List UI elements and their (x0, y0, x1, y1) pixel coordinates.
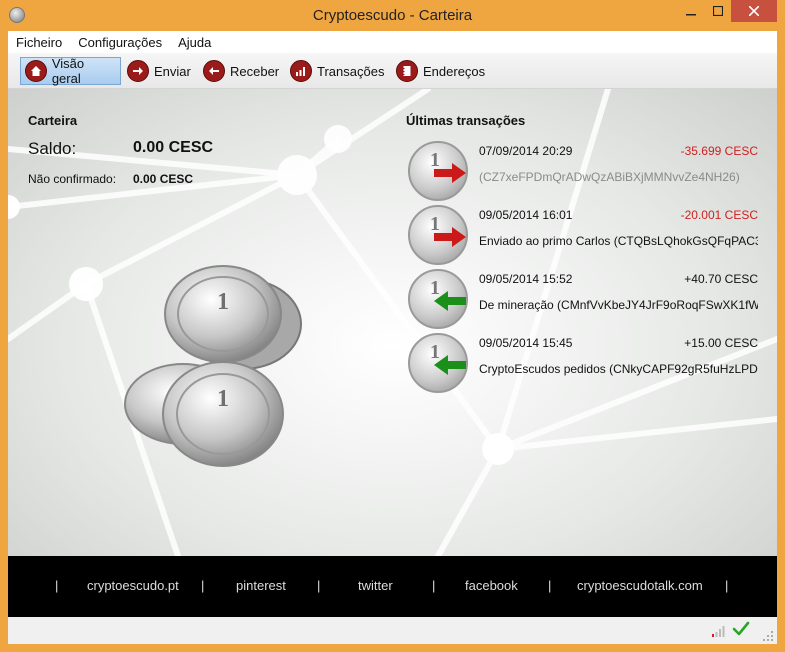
toolbar-overview-button[interactable]: Visão geral (20, 56, 121, 86)
maximize-icon (713, 6, 723, 16)
window-client-area: Ficheiro Configurações Ajuda Visão geral… (8, 31, 777, 644)
transaction-item[interactable]: 1 09/05/2014 16:01 -20.001 CESC Enviado … (406, 205, 758, 267)
unconfirmed-value: 0.00 CESC (133, 172, 194, 186)
toolbar-transactions-button[interactable]: Transações (286, 57, 388, 85)
minimize-icon (686, 14, 696, 16)
footer-links-bar: | cryptoescudo.pt | pinterest | twitter … (8, 556, 777, 617)
toolbar: Visão geral Enviar Receber Transações En… (8, 53, 777, 89)
transaction-date: 09/05/2014 16:01 (479, 208, 573, 222)
received-arrow-icon (434, 291, 466, 311)
footer-separator: | (317, 578, 321, 593)
transaction-date: 09/05/2014 15:45 (479, 336, 573, 350)
menu-bar: Ficheiro Configurações Ajuda (8, 31, 777, 53)
address-book-icon (396, 60, 418, 82)
footer-link-pinterest[interactable]: pinterest (236, 578, 286, 593)
menu-ajuda[interactable]: Ajuda (170, 35, 219, 50)
wallet-heading: Carteira (28, 113, 78, 128)
minimize-button[interactable] (678, 0, 704, 22)
transaction-amount: +15.00 CESC (684, 336, 758, 350)
footer-separator: | (548, 578, 552, 593)
sent-arrow-icon (434, 163, 466, 183)
transaction-date: 09/05/2014 15:52 (479, 272, 573, 286)
close-icon (749, 6, 759, 16)
transaction-item[interactable]: 1 07/09/2014 20:29 -35.699 CESC (CZ7xeFP… (406, 141, 758, 203)
transaction-description: Enviado ao primo Carlos (CTQBsLQhokGsQFq… (479, 234, 758, 248)
transaction-description: De mineração (CMnfVvKbeJY4JrF9oRoqFSwXK1… (479, 298, 758, 312)
resize-grip-icon[interactable] (763, 631, 773, 641)
toolbar-addresses-label: Endereços (423, 63, 486, 79)
footer-separator: | (201, 578, 205, 593)
transaction-amount: -20.001 CESC (680, 208, 758, 222)
balance-label: Saldo: (28, 139, 77, 158)
window-title: Cryptoescudo - Carteira (312, 7, 473, 24)
arrow-right-icon (127, 60, 149, 82)
menu-configuracoes[interactable]: Configurações (70, 35, 170, 50)
transaction-description: CryptoEscudos pedidos (CNkyCAPF92gR5fuHz… (479, 362, 758, 376)
svg-text:1: 1 (217, 289, 229, 315)
coin-stack-illustration: 1 1 (124, 265, 302, 467)
transaction-item[interactable]: 1 09/05/2014 15:45 +15.00 CESC CryptoEsc… (406, 333, 758, 395)
transaction-date: 07/09/2014 20:29 (479, 144, 573, 158)
signal-icon[interactable] (712, 624, 728, 638)
sent-arrow-icon (434, 227, 466, 247)
unconfirmed-label: Não confirmado: (28, 172, 117, 186)
toolbar-send-button[interactable]: Enviar (123, 57, 195, 85)
toolbar-receive-label: Receber (230, 63, 280, 79)
received-arrow-icon (434, 355, 466, 375)
toolbar-transactions-label: Transações (317, 63, 385, 79)
svg-text:1: 1 (217, 386, 229, 412)
balance-value: 0.00 CESC (133, 139, 214, 156)
toolbar-receive-button[interactable]: Receber (199, 57, 283, 85)
arrow-left-icon (203, 60, 225, 82)
recent-transactions-heading: Últimas transações (406, 113, 526, 128)
toolbar-send-label: Enviar (154, 63, 191, 79)
toolbar-overview-label: Visão geral (51, 56, 85, 86)
overview-page: Carteira Saldo: 0.00 CESC Não confirmado… (8, 89, 777, 556)
footer-link-cryptoescudotalk[interactable]: cryptoescudotalk.com (577, 578, 703, 593)
menu-ficheiro[interactable]: Ficheiro (8, 35, 70, 50)
footer-separator: | (725, 578, 729, 593)
footer-separator: | (432, 578, 436, 593)
toolbar-addresses-button[interactable]: Endereços (392, 57, 489, 85)
status-bar (8, 617, 777, 644)
transaction-item[interactable]: 1 09/05/2014 15:52 +40.70 CESC De minera… (406, 269, 758, 331)
check-icon[interactable] (732, 620, 750, 638)
footer-link-twitter[interactable]: twitter (358, 578, 393, 593)
footer-link-cryptoescudo[interactable]: cryptoescudo.pt (87, 578, 179, 593)
transaction-amount: +40.70 CESC (684, 272, 758, 286)
maximize-button[interactable] (705, 0, 731, 22)
home-icon (25, 60, 47, 82)
close-button[interactable] (731, 0, 777, 22)
footer-separator: | (55, 578, 59, 593)
transaction-amount: -35.699 CESC (680, 144, 758, 158)
footer-link-facebook[interactable]: facebook (465, 578, 518, 593)
bar-chart-icon (290, 60, 312, 82)
transaction-description: (CZ7xeFPDmQrADwQzABiBXjMMNvvZe4NH26) (479, 170, 740, 184)
title-bar[interactable]: Cryptoescudo - Carteira (0, 0, 785, 31)
